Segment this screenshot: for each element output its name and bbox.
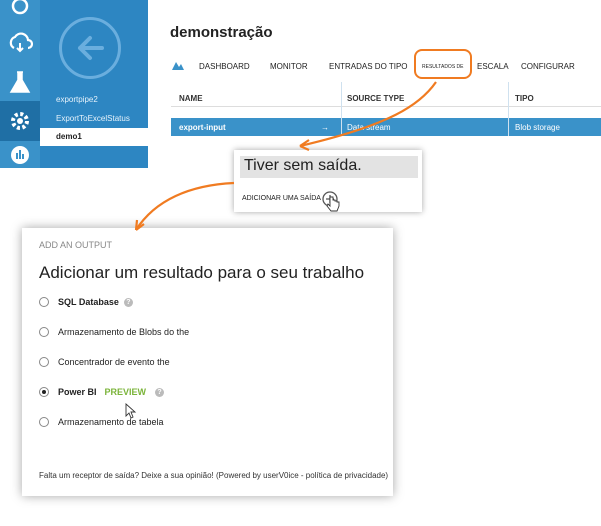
grid-header: NAME SOURCE TYPE TIPO [171,88,601,107]
column-header-name[interactable]: NAME [179,94,203,103]
tab-inputs[interactable]: ENTRADAS DO TIPO [329,62,408,71]
stream-icon [172,62,184,70]
option-power-bi[interactable]: Power BI PREVIEW ? [39,387,165,397]
subnav-item[interactable]: exportpipe2 [56,95,98,104]
nav-item-machine-learning[interactable] [0,62,40,102]
option-event-hub[interactable]: Concentrador de evento the [39,357,170,367]
preview-badge: PREVIEW [104,387,147,397]
option-label: Armazenamento de Blobs do the [58,327,190,337]
option-label: Power BI [58,387,97,397]
radio-button[interactable] [39,357,49,367]
arrow-to-popup-head [299,139,310,152]
gear-icon [11,112,29,130]
option-table-storage[interactable]: Armazenamento de tabela [39,417,164,427]
radio-button[interactable] [39,297,49,307]
add-output-link[interactable]: ADICIONAR UMA SAÍDA [242,195,321,202]
add-output-dialog: ADD AN OUTPUT Adicionar um resultado par… [22,228,393,496]
help-icon[interactable]: ? [155,387,165,397]
option-label: SQL Database [58,297,119,307]
nav-item-cloud-service[interactable] [0,22,40,62]
column-header-type[interactable]: TIPO [515,94,534,103]
nav-item-top[interactable] [0,0,40,18]
column-header-source-type[interactable]: SOURCE TYPE [347,94,404,103]
arrow-to-dialog [135,181,235,231]
zoom-callout: Tiver sem saída. ADICIONAR UMA SAÍDA [234,150,422,212]
cell-name: export-input [179,123,226,132]
dialog-subtitle: ADD AN OUTPUT [39,240,113,250]
hand-cursor-icon [326,196,340,212]
radio-button[interactable] [39,417,49,427]
table-row[interactable]: export-input → Data stream Blob storage [171,118,601,136]
cell-type: Blob storage [515,123,560,132]
column-divider [508,82,509,136]
subnav-item-selected[interactable]: demo1 [40,128,148,146]
tab-scale[interactable]: ESCALA [477,62,509,71]
nav-item-stream-analytics[interactable] [0,101,40,141]
tab-configure[interactable]: CONFIGURAR [521,62,575,71]
option-label: Armazenamento de tabela [58,417,164,427]
arrow-left-icon [78,36,104,60]
refresh-icon [11,0,29,15]
chart-icon [11,146,29,164]
left-nav-bar [0,0,40,168]
sub-nav: exportpipe2 ExportToExcelStatus demo1 [40,0,148,168]
radio-button[interactable] [39,327,49,337]
dialog-title: Adicionar um resultado para o seu trabal… [39,263,365,282]
option-blob-storage[interactable]: Armazenamento de Blobs do the [39,327,189,337]
cloud-service-icon [9,32,33,53]
back-button[interactable] [59,17,121,79]
subnav-item[interactable]: ExportToExcelStatus [56,114,130,123]
arrow-right-icon[interactable]: → [321,123,329,132]
tab-bar: DASHBOARD MONITOR ENTRADAS DO TIPO RESUL… [171,58,601,78]
page-title: demonstração [170,24,273,41]
column-divider [341,82,342,136]
feedback-footer[interactable]: Falta um receptor de saída? Deixe a sua … [39,471,388,480]
nav-item-analytics[interactable] [0,140,40,168]
cell-source: Data stream [347,123,391,132]
tab-monitor[interactable]: MONITOR [270,62,308,71]
flask-icon [9,71,31,93]
option-sql-database[interactable]: SQL Database ? [39,297,133,307]
empty-state-message: Tiver sem saída. [240,156,418,178]
highlight-outline [414,49,472,79]
help-icon[interactable]: ? [123,297,133,307]
radio-button-selected[interactable] [39,387,49,397]
tab-dashboard[interactable]: DASHBOARD [199,62,250,71]
option-label: Concentrador de evento the [58,357,170,367]
